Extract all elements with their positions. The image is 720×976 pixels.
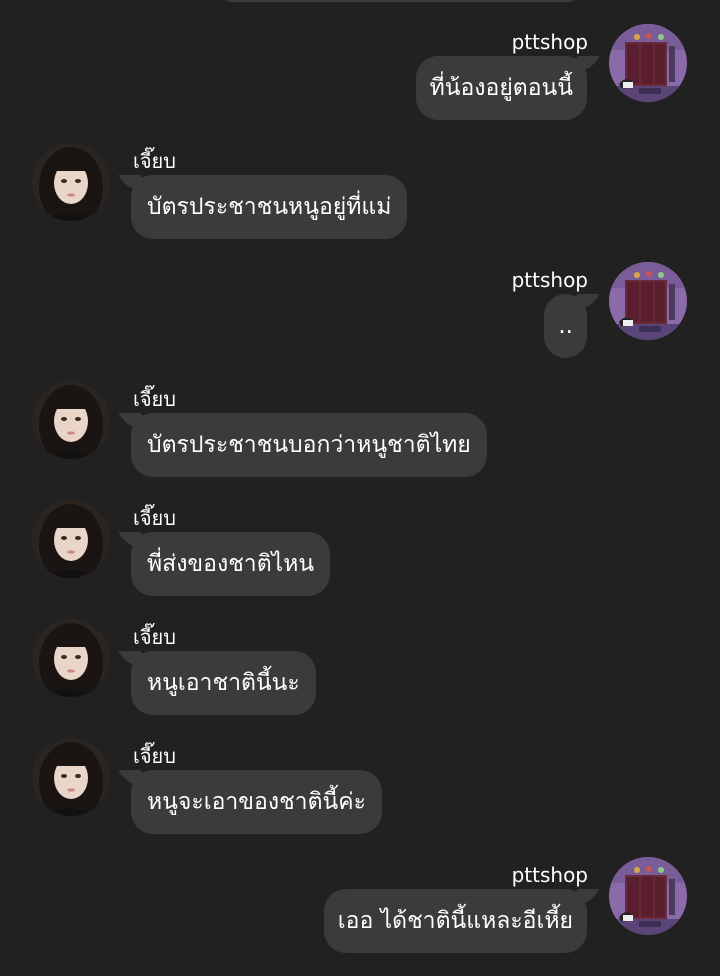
message-bubble[interactable]: หนูเอาชาตินี้นะ	[131, 651, 316, 715]
message-row: เจี๊ยบ หนูเอาชาตินี้นะ	[0, 619, 720, 719]
message-row: เจี๊ยบ พี่ส่งของชาติไหน	[0, 500, 720, 600]
sender-name: เจี๊ยบ	[133, 387, 176, 411]
message-bubble[interactable]: ..	[544, 294, 587, 358]
message-row: pttshop เออ ได้ชาตินี้แหละอีเหี้ย	[0, 857, 720, 957]
sender-name: pttshop	[511, 30, 588, 54]
girl-portrait-avatar-icon[interactable]	[32, 738, 110, 816]
message-bubble[interactable]: พี่ส่งของชาติไหน	[131, 532, 331, 596]
message-row: เจี๊ยบ หนูจะเอาของชาตินี้ค่ะ	[0, 738, 720, 838]
message-bubble[interactable]: บัตรประชาชนหนูอยู่ที่แม่	[131, 175, 408, 239]
previous-message-bubble	[220, 0, 580, 2]
message-bubble[interactable]: หนูจะเอาของชาตินี้ค่ะ	[131, 770, 382, 834]
girl-portrait-avatar-icon[interactable]	[32, 500, 110, 578]
sender-name: pttshop	[511, 268, 588, 292]
message-row: เจี๊ยบ บัตรประชาชนบอกว่าหนูชาติไทย	[0, 381, 720, 481]
sender-name: pttshop	[511, 863, 588, 887]
girl-portrait-avatar-icon[interactable]	[32, 381, 110, 459]
sender-name: เจี๊ยบ	[133, 625, 176, 649]
message-bubble[interactable]: บัตรประชาชนบอกว่าหนูชาติไทย	[131, 413, 487, 477]
shop-room-avatar-icon[interactable]	[609, 24, 687, 102]
girl-portrait-avatar-icon[interactable]	[32, 619, 110, 697]
sender-name: เจี๊ยบ	[133, 149, 176, 173]
message-bubble[interactable]: เออ ได้ชาตินี้แหละอีเหี้ย	[323, 889, 587, 953]
sender-name: เจี๊ยบ	[133, 744, 176, 768]
girl-portrait-avatar-icon[interactable]	[32, 143, 110, 221]
message-bubble[interactable]: ที่น้องอยู่ตอนนี้	[415, 56, 587, 120]
message-row: pttshop ที่น้องอยู่ตอนนี้	[0, 24, 720, 124]
shop-room-avatar-icon[interactable]	[609, 262, 687, 340]
shop-room-avatar-icon[interactable]	[609, 857, 687, 935]
sender-name: เจี๊ยบ	[133, 506, 176, 530]
message-row: pttshop ..	[0, 262, 720, 362]
message-row: เจี๊ยบ บัตรประชาชนหนูอยู่ที่แม่	[0, 143, 720, 243]
